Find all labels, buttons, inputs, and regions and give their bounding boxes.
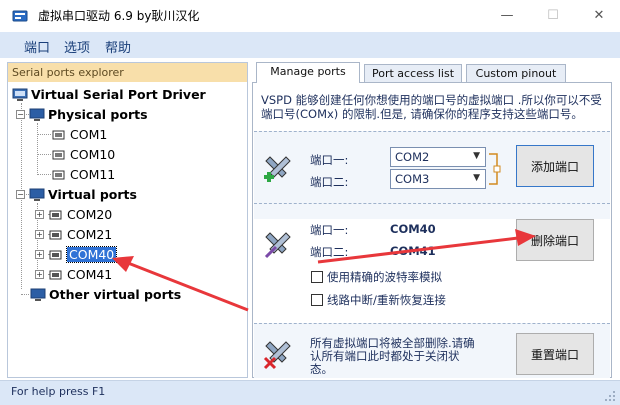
tree-item-label: COM1 [70,127,108,142]
add-port-button[interactable]: 添加端口 [516,145,594,187]
expand-icon[interactable]: + [35,250,44,259]
tree-item-label: COM20 [67,207,113,222]
expand-icon[interactable]: + [35,270,44,279]
collapse-icon[interactable]: − [16,110,25,119]
delete-port-icon [264,232,291,259]
virtual-port-icon [49,210,62,219]
reset-description: 所有虚拟端口将被全部删除.请确认所有端口此时都处于关闭状态。 [310,336,475,376]
tab-port-access-list[interactable]: Port access list [364,64,462,82]
tab-strip: Manage ports Port access list Custom pin… [252,62,612,83]
physical-ports-label: Physical ports [48,107,148,122]
description-text: VSPD 能够创建任何你想使用的端口号的虚拟端口 .所以你可以不受端口号(COM… [261,93,602,121]
collapse-icon[interactable]: − [16,190,25,199]
delete-port2-label: 端口二: [310,245,349,259]
tree-item-com1[interactable]: COM1 [51,125,107,144]
monitor-icon [30,288,46,301]
delete-port1-label: 端口一: [310,223,349,237]
chevron-down-icon: ▼ [473,151,480,161]
add-port1-label: 端口一: [310,153,349,167]
tree-item-com11[interactable]: COM11 [51,165,115,184]
monitor-icon [29,108,45,121]
menu-options[interactable]: 选项 [64,37,90,56]
monitor-icon [29,188,45,201]
close-button[interactable]: ✕ [576,0,620,30]
virtual-port-icon [49,250,62,259]
serial-port-icon [52,130,65,139]
delete-port1-value: COM40 [390,222,436,236]
serial-port-icon [52,170,65,179]
maximize-button[interactable]: ☐ [530,0,576,30]
tree-item-com21[interactable]: + COM21 [35,225,112,244]
reset-ports-button[interactable]: 重置端口 [516,333,594,375]
line-break-checkbox[interactable] [311,294,323,306]
tab-manage-ports[interactable]: Manage ports [256,62,360,83]
tree-item-label: COM11 [70,167,116,182]
tree-physical-ports[interactable]: − Physical ports [16,105,148,124]
line-break-checkbox-row[interactable]: 线路中断/重新恢复连接 [311,292,446,308]
baud-rate-label: 使用精确的波特率模拟 [327,270,442,284]
reset-port-icon [263,341,291,370]
baud-rate-checkbox-row[interactable]: 使用精确的波特率模拟 [311,269,442,285]
menu-help[interactable]: 帮助 [105,37,131,56]
manage-panel: Manage ports Port access list Custom pin… [252,62,612,378]
virtual-port-icon [49,230,62,239]
computer-icon [12,88,28,101]
tree-item-com41[interactable]: + COM41 [35,265,112,284]
other-ports-label: Other virtual ports [49,287,182,302]
explorer-header: Serial ports explorer [8,63,247,82]
tree-item-com20[interactable]: + COM20 [35,205,112,224]
ports-explorer: Serial ports explorer Virtual Serial Por… [7,62,248,378]
delete-port-button[interactable]: 删除端口 [516,219,594,261]
line-break-label: 线路中断/重新恢复连接 [327,293,446,307]
baud-rate-checkbox[interactable] [311,271,323,283]
add-port-icon [264,156,291,182]
tree-item-label: COM41 [67,267,113,282]
tab-content: VSPD 能够创建任何你想使用的端口号的虚拟端口 .所以你可以不受端口号(COM… [252,82,612,378]
app-icon [12,10,28,22]
virtual-port-icon [49,270,62,279]
expand-icon[interactable]: + [35,210,44,219]
tree-item-label: COM10 [70,147,116,162]
menu-bar: 端口 选项 帮助 [0,32,620,58]
virtual-ports-label: Virtual ports [48,187,137,202]
minimize-button[interactable]: — [484,0,530,30]
delete-port2-value: COM41 [390,244,436,258]
add-port1-combo[interactable]: COM2 ▼ [390,147,486,167]
menu-port[interactable]: 端口 [24,37,50,56]
tree-item-label-selected: COM40 [65,246,118,263]
resize-grip-icon[interactable] [604,390,616,402]
tree-virtual-ports[interactable]: − Virtual ports [16,185,137,204]
expand-icon[interactable]: + [35,230,44,239]
tree-item-label: COM21 [67,227,113,242]
window-title: 虚拟串口驱动 6.9 by耿川汉化 [38,9,200,23]
tree-root-label: Virtual Serial Port Driver [31,87,206,102]
title-bar: 虚拟串口驱动 6.9 by耿川汉化 — ☐ ✕ [0,0,620,32]
tree-item-com10[interactable]: COM10 [51,145,115,164]
add-port2-label: 端口二: [310,175,349,189]
add-port1-value: COM2 [395,150,430,164]
status-text: For help press F1 [11,385,106,398]
link-bracket-icon [489,153,501,185]
chevron-down-icon: ▼ [473,173,480,183]
tree-root[interactable]: Virtual Serial Port Driver [12,85,206,104]
add-port2-value: COM3 [395,172,430,186]
tree-item-com40[interactable]: + COM40 [35,245,118,264]
status-bar: For help press F1 [0,380,620,405]
add-port2-combo[interactable]: COM3 ▼ [390,169,486,189]
tree-other-ports[interactable]: Other virtual ports [30,285,181,304]
tab-custom-pinout[interactable]: Custom pinout [466,64,566,82]
serial-port-icon [52,150,65,159]
